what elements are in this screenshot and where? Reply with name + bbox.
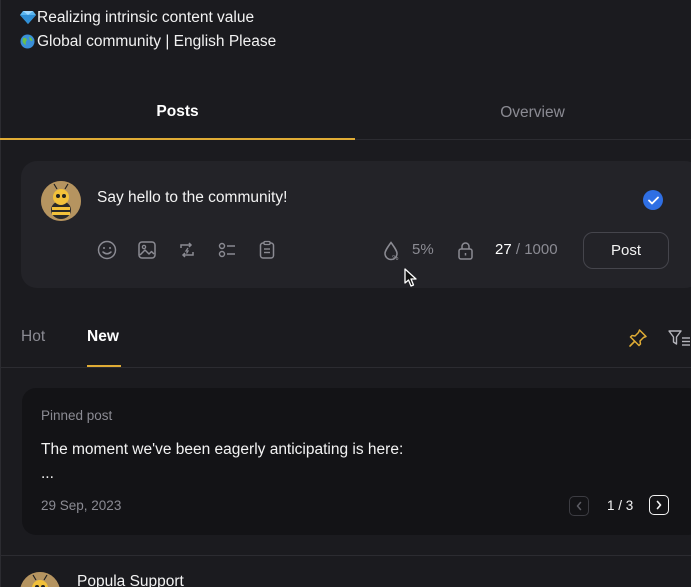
page-indicator: 1 / 3 <box>607 498 634 513</box>
chevron-right-icon <box>656 500 662 510</box>
counter-current: 27 <box>495 241 512 258</box>
pinned-post-date: 29 Sep, 2023 <box>41 498 122 513</box>
about-text: Realizing intrinsic content value <box>37 9 255 26</box>
tab-hot[interactable]: Hot <box>21 328 45 346</box>
image-icon[interactable] <box>137 240 157 260</box>
feed-tabs: Hot New <box>0 310 691 368</box>
gem-icon <box>20 10 37 26</box>
globe-icon <box>20 34 37 51</box>
droplet-percent-icon: % <box>383 241 401 262</box>
active-tab-indicator <box>87 365 121 367</box>
verified-check-icon[interactable] <box>643 190 663 210</box>
bee-avatar-icon <box>20 572 60 587</box>
repost-icon[interactable] <box>177 240 197 260</box>
pin-icon[interactable] <box>628 328 648 348</box>
tab-new[interactable]: New <box>87 328 119 346</box>
mouse-cursor-icon <box>404 268 418 288</box>
composer-input[interactable]: Say hello to the community! <box>97 189 557 207</box>
clipboard-icon[interactable] <box>257 240 277 260</box>
pinned-post-card[interactable]: Pinned post The moment we've been eagerl… <box>22 388 691 535</box>
previous-page-button[interactable] <box>569 496 589 516</box>
character-counter: 27 / 1000 <box>495 241 558 258</box>
pinned-post-label: Pinned post <box>41 408 113 423</box>
about-line: Global community | English Please <box>20 30 276 54</box>
percent-value: 5% <box>412 241 434 258</box>
tab-overview[interactable]: Overview <box>355 86 691 140</box>
avatar[interactable] <box>20 572 60 587</box>
poll-icon[interactable] <box>217 240 237 260</box>
profile-tabs: Posts Overview <box>0 86 691 140</box>
community-about: Realizing intrinsic content value Global… <box>20 6 276 54</box>
next-page-button[interactable] <box>649 495 669 515</box>
filter-icon[interactable] <box>668 329 690 347</box>
divider <box>0 555 691 556</box>
post-button[interactable]: Post <box>583 232 669 269</box>
avatar[interactable] <box>41 181 81 221</box>
chevron-left-icon <box>576 501 582 511</box>
counter-separator: / <box>511 241 525 258</box>
about-line: Realizing intrinsic content value <box>20 6 276 30</box>
post-composer: Say hello to the community! % 5% 27 / 10… <box>21 161 691 288</box>
about-text: Global community | English Please <box>37 33 277 50</box>
post-author-name[interactable]: Popula Support <box>77 573 184 587</box>
community-page: Realizing intrinsic content value Global… <box>0 0 691 587</box>
pinned-post-line: The moment we've been eagerly anticipati… <box>41 441 404 458</box>
tab-posts[interactable]: Posts <box>0 86 355 140</box>
svg-text:%: % <box>392 254 399 261</box>
counter-max: 1000 <box>524 241 558 258</box>
pinned-post-ellipsis: ... <box>41 465 54 482</box>
emoji-icon[interactable] <box>97 240 117 260</box>
lock-icon[interactable] <box>457 241 474 260</box>
bee-avatar-icon <box>41 181 81 221</box>
pinned-post-body: The moment we've been eagerly anticipati… <box>41 438 561 486</box>
